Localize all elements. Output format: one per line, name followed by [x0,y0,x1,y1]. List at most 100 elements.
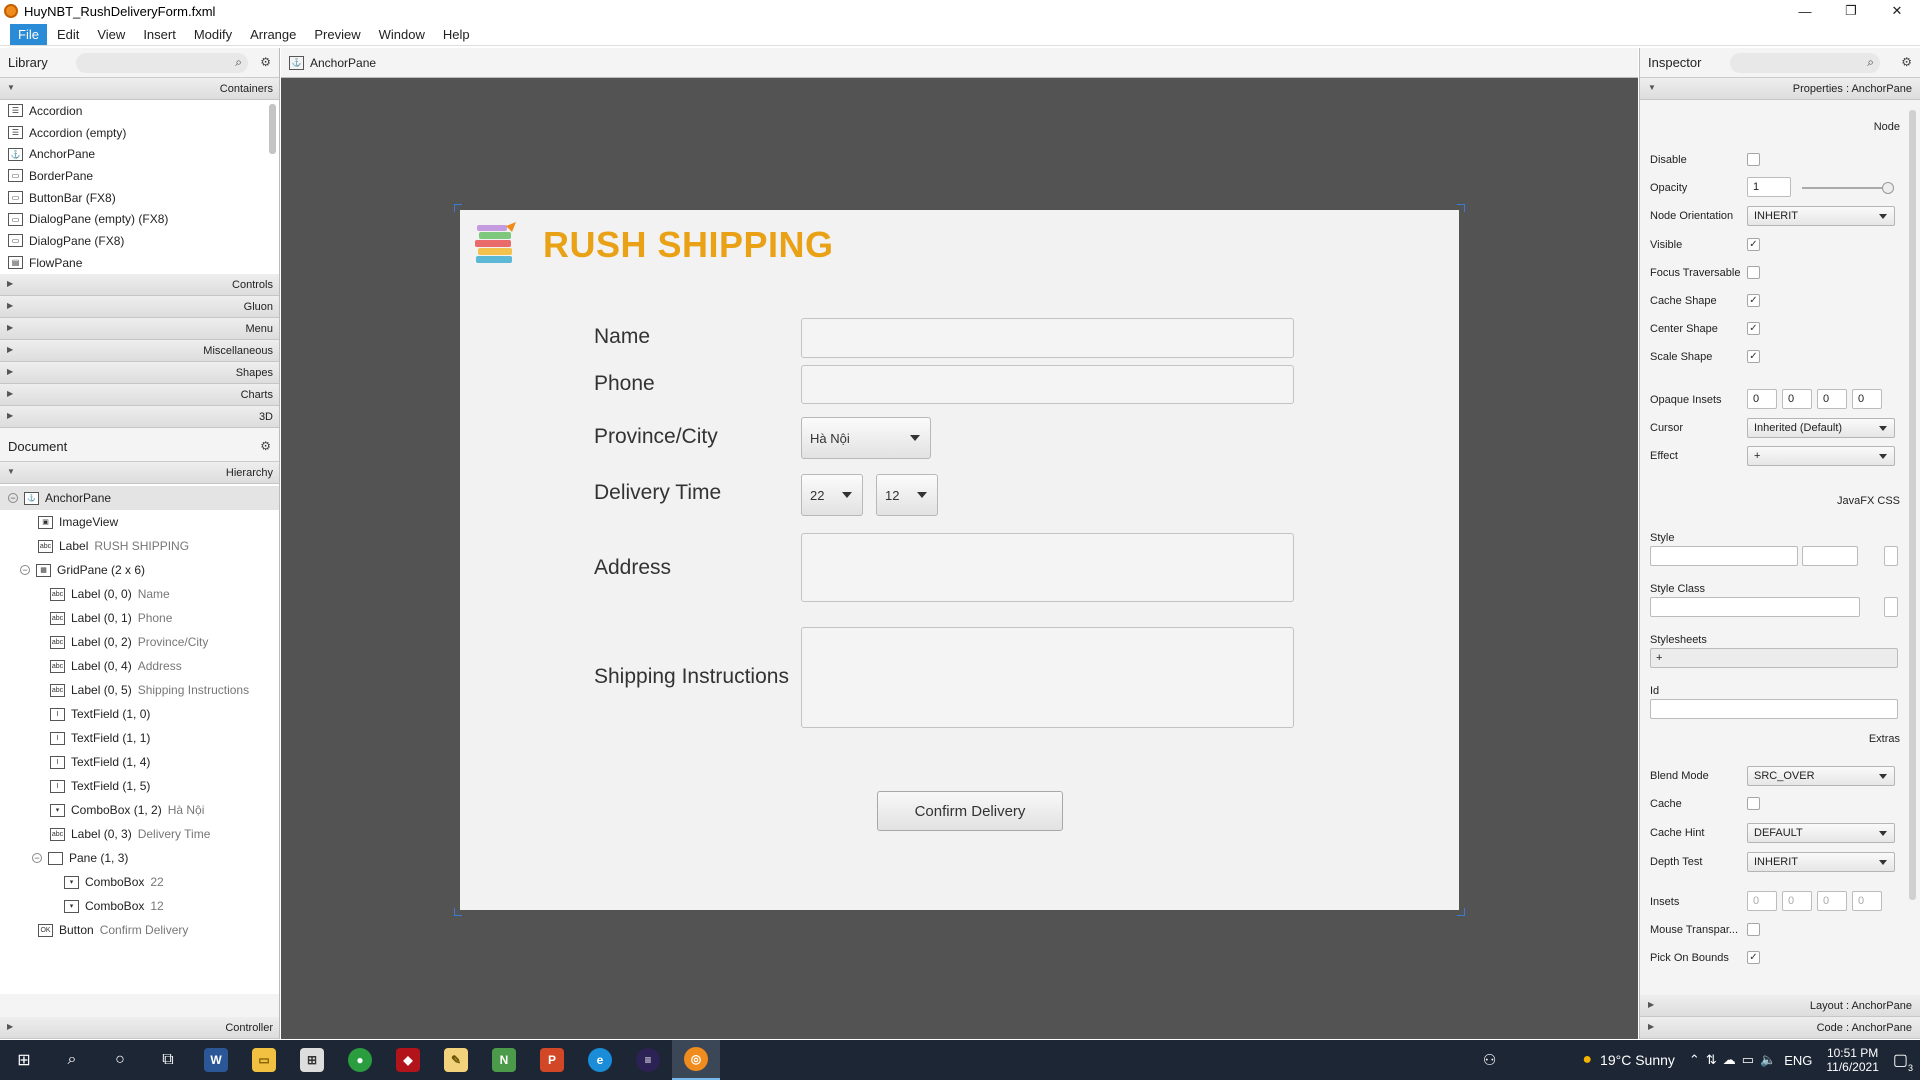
cache-hint-dropdown[interactable]: DEFAULT [1747,823,1895,843]
cache-checkbox[interactable] [1747,797,1760,810]
style-value-input[interactable] [1802,546,1858,566]
gear-icon[interactable]: ⚙ [1901,55,1912,69]
phone-field[interactable] [801,365,1294,404]
focus-traversable-checkbox[interactable] [1747,266,1760,279]
tree-node-combobox-minute[interactable]: ▾ ComboBox 12 [0,894,279,918]
language-indicator[interactable]: ENG [1784,1053,1812,1068]
minimize-button[interactable]: — [1782,0,1828,22]
store-icon[interactable]: ⊞ [288,1040,336,1080]
menu-help[interactable]: Help [435,24,478,45]
opaque-inset-bottom[interactable]: 0 [1817,389,1847,409]
menu-edit[interactable]: Edit [49,24,87,45]
tree-node-gridpane[interactable]: − ▦ GridPane (2 x 6) [0,558,279,582]
menu-modify[interactable]: Modify [186,24,240,45]
cache-shape-checkbox[interactable]: ✓ [1747,294,1760,307]
chrome-icon[interactable]: ● [336,1040,384,1080]
library-item-accordion-empty[interactable]: ☰ Accordion (empty) [0,121,279,144]
opaque-inset-right[interactable]: 0 [1782,389,1812,409]
style-class-dropdown-button[interactable] [1884,597,1898,617]
controller-section[interactable]: ▶ Controller [0,1017,279,1039]
properties-section[interactable]: ▼ Properties : AnchorPane [1640,78,1920,100]
task-view-icon[interactable]: ⧉ [144,1040,192,1080]
library-item-flowpane[interactable]: ▤ FlowPane [0,251,279,274]
tree-node-combobox-province[interactable]: ▾ ComboBox (1, 2) Hà Nội [0,798,279,822]
selection-handle[interactable] [1457,204,1465,212]
powerpoint-icon[interactable]: P [528,1040,576,1080]
library-item-buttonbar[interactable]: ▭ ButtonBar (FX8) [0,186,279,209]
tree-node-anchorpane[interactable]: − ⚓ AnchorPane [0,486,279,510]
node-orientation-dropdown[interactable]: INHERIT [1747,206,1895,226]
edge-icon[interactable]: e [576,1040,624,1080]
cursor-dropdown[interactable]: Inherited (Default) [1747,418,1895,438]
clock[interactable]: 10:51 PM 11/6/2021 [1826,1046,1879,1074]
center-shape-checkbox[interactable]: ✓ [1747,322,1760,335]
tree-node-combobox-hour[interactable]: ▾ ComboBox 22 [0,870,279,894]
library-section-menu[interactable]: ▶ Menu [0,318,279,340]
tree-node-label-province[interactable]: abc Label (0, 2) Province/City [0,630,279,654]
opacity-slider-thumb[interactable] [1882,182,1894,194]
name-field[interactable] [801,318,1294,358]
add-stylesheet-button[interactable]: + [1650,648,1898,668]
opaque-inset-left[interactable]: 0 [1852,389,1882,409]
library-section-miscellaneous[interactable]: ▶ Miscellaneous [0,340,279,362]
style-input[interactable] [1650,546,1798,566]
blend-mode-dropdown[interactable]: SRC_OVER [1747,766,1895,786]
scene-builder-taskbar-icon[interactable]: ◎ [672,1040,720,1080]
tree-node-label-delivery[interactable]: abc Label (0, 3) Delivery Time [0,822,279,846]
code-section[interactable]: ▶ Code : AnchorPane [1640,1017,1920,1039]
menu-file[interactable]: File [10,24,47,45]
province-combobox[interactable]: Hà Nội [801,417,931,459]
tree-node-textfield[interactable]: I TextField (1, 1) [0,726,279,750]
instructions-field[interactable] [801,627,1294,728]
tree-node-imageview[interactable]: ▣ ImageView [0,510,279,534]
library-section-charts[interactable]: ▶ Charts [0,384,279,406]
layout-section[interactable]: ▶ Layout : AnchorPane [1640,995,1920,1017]
notes-icon[interactable]: ✎ [432,1040,480,1080]
library-search-input[interactable]: ⌕ [76,53,248,73]
tree-node-textfield[interactable]: I TextField (1, 5) [0,774,279,798]
selection-handle[interactable] [454,204,462,212]
books-logo-image[interactable] [472,220,518,268]
tree-node-textfield[interactable]: I TextField (1, 0) [0,702,279,726]
gear-icon[interactable]: ⚙ [260,55,271,69]
library-section-3d[interactable]: ▶ 3D [0,406,279,428]
pick-on-bounds-checkbox[interactable]: ✓ [1747,951,1760,964]
notification-center-icon[interactable]: ▢ 3 [1893,1050,1913,1073]
menu-arrange[interactable]: Arrange [242,24,304,45]
word-icon[interactable]: W [192,1040,240,1080]
inspector-search-input[interactable]: ⌕ [1730,53,1880,73]
opaque-inset-top[interactable]: 0 [1747,389,1777,409]
disable-checkbox[interactable] [1747,153,1760,166]
maximize-button[interactable]: ❐ [1828,0,1874,22]
tree-node-label-name[interactable]: abc Label (0, 0) Name [0,582,279,606]
menu-view[interactable]: View [89,24,133,45]
library-section-shapes[interactable]: ▶ Shapes [0,362,279,384]
breadcrumb-item[interactable]: AnchorPane [310,56,376,70]
selection-handle[interactable] [1457,908,1465,916]
windows-start-icon[interactable]: ⊞ [0,1040,48,1080]
tree-node-label-phone[interactable]: abc Label (0, 1) Phone [0,606,279,630]
library-section-controls[interactable]: ▶ Controls [0,274,279,296]
tree-node-button[interactable]: OK Button Confirm Delivery [0,918,279,942]
library-scrollbar[interactable] [269,104,276,154]
cloud-icon[interactable]: ☁ [1723,1052,1736,1068]
file-explorer-icon[interactable]: ▭ [240,1040,288,1080]
menu-window[interactable]: Window [371,24,433,45]
scale-shape-checkbox[interactable]: ✓ [1747,350,1760,363]
tree-node-label-instructions[interactable]: abc Label (0, 5) Shipping Instructions [0,678,279,702]
library-item-dialogpane-empty[interactable]: ▭ DialogPane (empty) (FX8) [0,208,279,231]
gear-icon[interactable]: ⚙ [260,439,271,453]
game-icon[interactable]: ◆ [384,1040,432,1080]
hierarchy-section[interactable]: ▼ Hierarchy [0,462,279,484]
style-class-input[interactable] [1650,597,1860,617]
collapse-icon[interactable]: − [8,493,18,503]
menu-insert[interactable]: Insert [135,24,184,45]
menu-preview[interactable]: Preview [306,24,368,45]
eclipse-icon[interactable]: ≡ [624,1040,672,1080]
netbeans-icon[interactable]: N [480,1040,528,1080]
id-input[interactable] [1650,699,1898,719]
depth-test-dropdown[interactable]: INHERIT [1747,852,1895,872]
hour-combobox[interactable]: 22 [801,474,863,516]
visible-checkbox[interactable]: ✓ [1747,238,1760,251]
cortana-icon[interactable]: ○ [96,1040,144,1080]
